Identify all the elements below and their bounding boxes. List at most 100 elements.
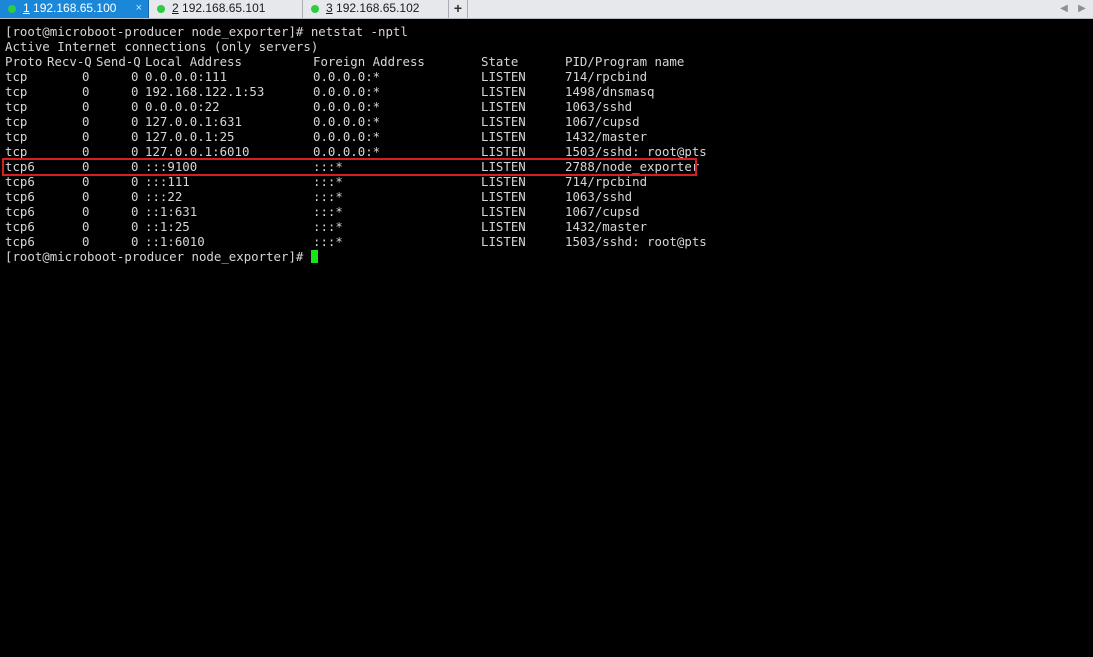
scroll-tabs-right-icon[interactable]: ▶: [1074, 0, 1090, 18]
header-recv-q: Recv-Q: [47, 54, 92, 69]
tab-host: 192.168.65.100: [29, 1, 117, 15]
cell-send-q: 0: [131, 219, 139, 234]
cell-send-q: 0: [131, 114, 139, 129]
cell-foreign-address: 0.0.0.0:*: [313, 99, 381, 114]
cell-foreign-address: :::*: [313, 174, 343, 189]
netstat-row: tcp 0 0 192.168.122.1:53 0.0.0.0:* LISTEN 1498…: [0, 84, 700, 99]
netstat-row: tcp 0 0 127.0.0.1:6010 0.0.0.0:* LISTEN 1503/s…: [0, 144, 707, 159]
cell-proto: tcp: [5, 69, 28, 84]
cell-recv-q: 0: [82, 174, 90, 189]
cell-foreign-address: :::*: [313, 189, 343, 204]
cell-pid-program: 714/rpcbind: [565, 69, 648, 84]
cell-foreign-address: 0.0.0.0:*: [313, 69, 381, 84]
netstat-row: tcp6 0 0::1:6010:::* LISTEN 1503/sshd: root@…: [0, 234, 707, 249]
cell-pid-program: 1503/sshd: root@pts: [565, 144, 707, 159]
connected-status-icon: [157, 5, 165, 13]
tab-number: 3: [326, 1, 333, 15]
session-tab-label: 3 192.168.65.102: [326, 0, 419, 17]
cell-local-address: :::22: [145, 189, 183, 204]
cell-state: LISTEN: [481, 234, 526, 249]
session-tab-1[interactable]: 1 192.168.65.100 ×: [0, 0, 149, 18]
cell-state: LISTEN: [481, 99, 526, 114]
cell-recv-q: 0: [82, 129, 90, 144]
session-tab-3[interactable]: 3 192.168.65.102: [303, 0, 449, 18]
header-send-q: Send-Q: [96, 54, 141, 69]
cell-proto: tcp6: [5, 234, 35, 249]
cell-state: LISTEN: [481, 189, 526, 204]
cell-proto: tcp: [5, 99, 28, 114]
cell-foreign-address: :::*: [313, 219, 343, 234]
cell-foreign-address: 0.0.0.0:*: [313, 129, 381, 144]
cell-local-address: 127.0.0.1:631: [145, 114, 242, 129]
cell-foreign-address: :::*: [313, 234, 343, 249]
cell-send-q: 0: [131, 234, 139, 249]
cell-proto: tcp: [5, 84, 28, 99]
header-pid-program: PID/Program name: [565, 54, 685, 69]
close-tab-icon[interactable]: ×: [136, 0, 142, 17]
tab-host: 192.168.65.101: [178, 1, 266, 15]
connected-status-icon: [311, 5, 319, 13]
cell-send-q: 0: [131, 204, 139, 219]
cell-proto: tcp6: [5, 204, 35, 219]
cell-proto: tcp6: [5, 174, 35, 189]
session-tab-label: 2 192.168.65.101: [172, 0, 265, 17]
command-line: [root@microboot-producer node_exporter]#…: [5, 24, 408, 39]
shell-prompt: [root@microboot-producer node_exporter]#: [5, 249, 311, 264]
cell-proto: tcp6: [5, 219, 35, 234]
highlight-box: [2, 158, 697, 176]
cell-recv-q: 0: [82, 114, 90, 129]
cell-pid-program: 1063/sshd: [565, 189, 633, 204]
new-tab-button[interactable]: +: [449, 0, 468, 18]
connected-status-icon: [8, 5, 16, 13]
cell-local-address: ::1:631: [145, 204, 198, 219]
tab-number: 2: [172, 1, 179, 15]
cell-proto: tcp: [5, 129, 28, 144]
cell-proto: tcp: [5, 114, 28, 129]
terminal-window: 1 192.168.65.100 × 2 192.168.65.101 3 19…: [0, 0, 1093, 657]
netstat-header-row: Proto Recv-Q Send-Q Local Address Foreig…: [0, 54, 700, 69]
cell-recv-q: 0: [82, 204, 90, 219]
cell-send-q: 0: [131, 84, 139, 99]
cell-proto: tcp6: [5, 189, 35, 204]
cell-local-address: 192.168.122.1:53: [145, 84, 265, 99]
netstat-row: tcp 0 0 0.0.0.0:22 0.0.0.0:* LISTEN 1063/sshd: [0, 99, 700, 114]
scroll-tabs-left-icon[interactable]: ◀: [1056, 0, 1072, 18]
header-foreign-address: Foreign Address: [313, 54, 425, 69]
cell-foreign-address: 0.0.0.0:*: [313, 144, 381, 159]
cell-foreign-address: :::*: [313, 204, 343, 219]
session-tab-label: 1 192.168.65.100: [23, 0, 116, 17]
cell-send-q: 0: [131, 99, 139, 114]
header-proto: Proto: [5, 54, 43, 69]
cell-local-address: 127.0.0.1:25: [145, 129, 235, 144]
cell-state: LISTEN: [481, 219, 526, 234]
session-tab-2[interactable]: 2 192.168.65.101: [149, 0, 303, 18]
cell-send-q: 0: [131, 189, 139, 204]
cell-state: LISTEN: [481, 204, 526, 219]
terminal-output[interactable]: [root@microboot-producer node_exporter]#…: [0, 19, 1093, 657]
cell-pid-program: 714/rpcbind: [565, 174, 648, 189]
cell-local-address: 0.0.0.0:111: [145, 69, 228, 84]
cell-foreign-address: 0.0.0.0:*: [313, 114, 381, 129]
cell-recv-q: 0: [82, 189, 90, 204]
cell-pid-program: 1432/master: [565, 219, 648, 234]
cell-local-address: ::1:25: [145, 219, 190, 234]
netstat-row: tcp6 0 0:::111:::* LISTEN 714/rpcbind: [0, 174, 700, 189]
netstat-row: tcp 0 0 127.0.0.1:25 0.0.0.0:* LISTEN 1432/mas…: [0, 129, 700, 144]
cell-local-address: 0.0.0.0:22: [145, 99, 220, 114]
netstat-row: tcp6 0 0::1:25:::* LISTEN 1432/master: [0, 219, 700, 234]
text-cursor: [310, 250, 318, 263]
cell-pid-program: 1503/sshd: root@pts: [565, 234, 707, 249]
tab-host: 192.168.65.102: [332, 1, 420, 15]
cell-pid-program: 1067/cupsd: [565, 114, 640, 129]
netstat-row: tcp 0 0 127.0.0.1:631 0.0.0.0:* LISTEN 1067/cu…: [0, 114, 700, 129]
netstat-row: tcp6 0 0:::22:::* LISTEN 1063/sshd: [0, 189, 700, 204]
cell-recv-q: 0: [82, 219, 90, 234]
info-line: Active Internet connections (only server…: [5, 39, 319, 54]
cell-recv-q: 0: [82, 99, 90, 114]
cell-state: LISTEN: [481, 144, 526, 159]
cell-pid-program: 1063/sshd: [565, 99, 633, 114]
cell-state: LISTEN: [481, 69, 526, 84]
cell-send-q: 0: [131, 129, 139, 144]
cell-send-q: 0: [131, 69, 139, 84]
cell-local-address: ::1:6010: [145, 234, 205, 249]
